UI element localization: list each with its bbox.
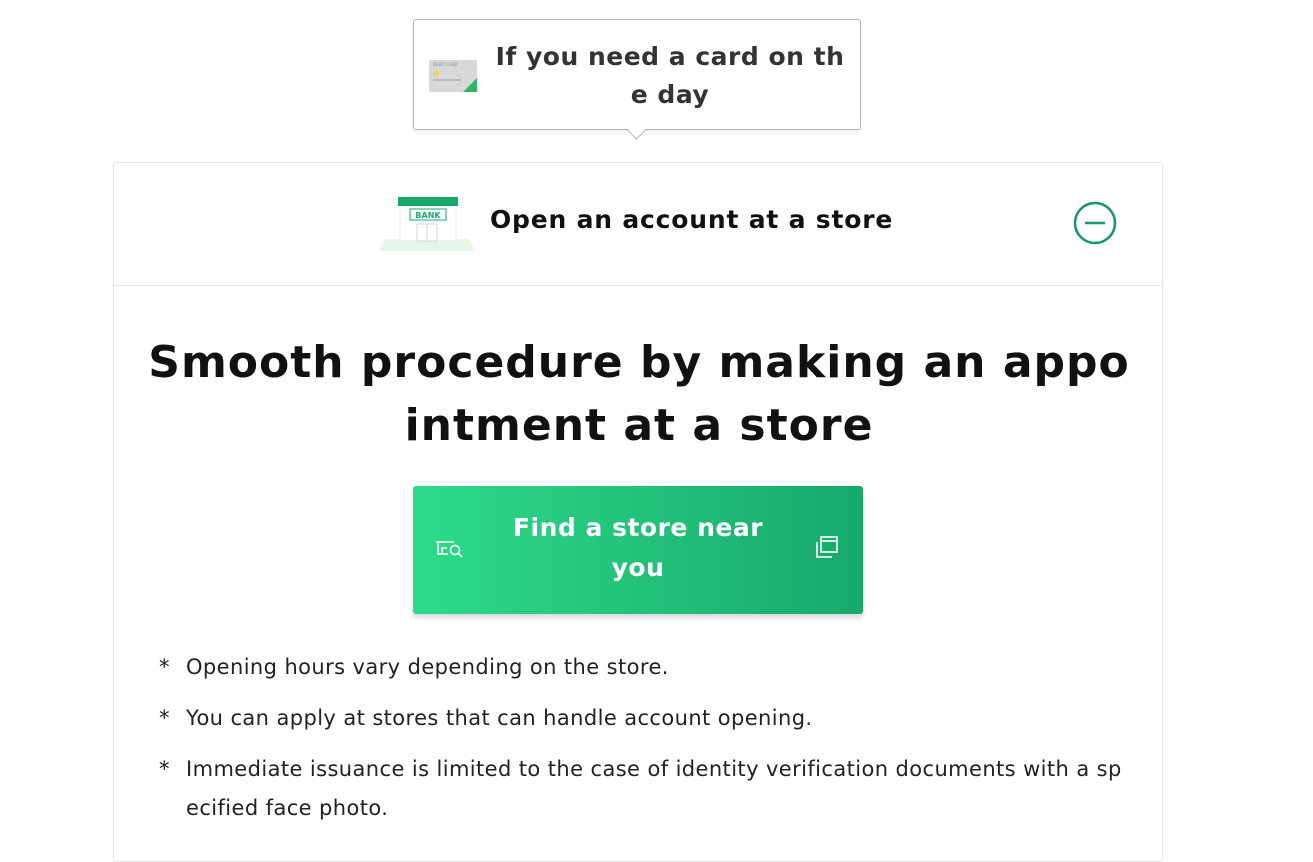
bank-sign-text: BANK (415, 211, 441, 220)
callout-text: If you need a card on the day (495, 42, 845, 109)
note-item: * Opening hours vary depending on the st… (159, 648, 1129, 687)
external-window-icon (816, 536, 838, 558)
note-item: * Immediate issuance is limited to the c… (159, 750, 1129, 828)
store-search-icon (436, 541, 463, 558)
note-text: Immediate issuance is limited to the cas… (186, 757, 1122, 820)
note-asterisk: * (159, 655, 170, 679)
note-text: You can apply at stores that can handle … (186, 706, 813, 730)
bank-building-icon: BANK (378, 197, 476, 251)
debit-card-icon: DEBIT CARD (429, 60, 477, 92)
store-account-accordion: BANK Open an account at a store Smooth p… (113, 162, 1163, 862)
notes-list: * Opening hours vary depending on the st… (159, 648, 1129, 840)
accordion-header[interactable]: BANK Open an account at a store (114, 163, 1162, 286)
note-asterisk: * (159, 757, 170, 781)
find-store-button[interactable]: Find a store near you (413, 486, 863, 614)
same-day-card-callout: DEBIT CARD If you need a card on the day (413, 19, 861, 140)
note-text: Opening hours vary depending on the stor… (186, 655, 669, 679)
minus-circle-icon[interactable] (1073, 201, 1117, 245)
note-asterisk: * (159, 706, 170, 730)
card-text: DEBIT CARD (433, 62, 458, 67)
callout-pointer (627, 121, 646, 140)
note-item: * You can apply at stores that can handl… (159, 699, 1129, 738)
accordion-title: Open an account at a store (490, 205, 894, 234)
find-store-label: Find a store near you (512, 513, 764, 582)
section-headline: Smooth procedure by making an appointmen… (148, 337, 1130, 451)
